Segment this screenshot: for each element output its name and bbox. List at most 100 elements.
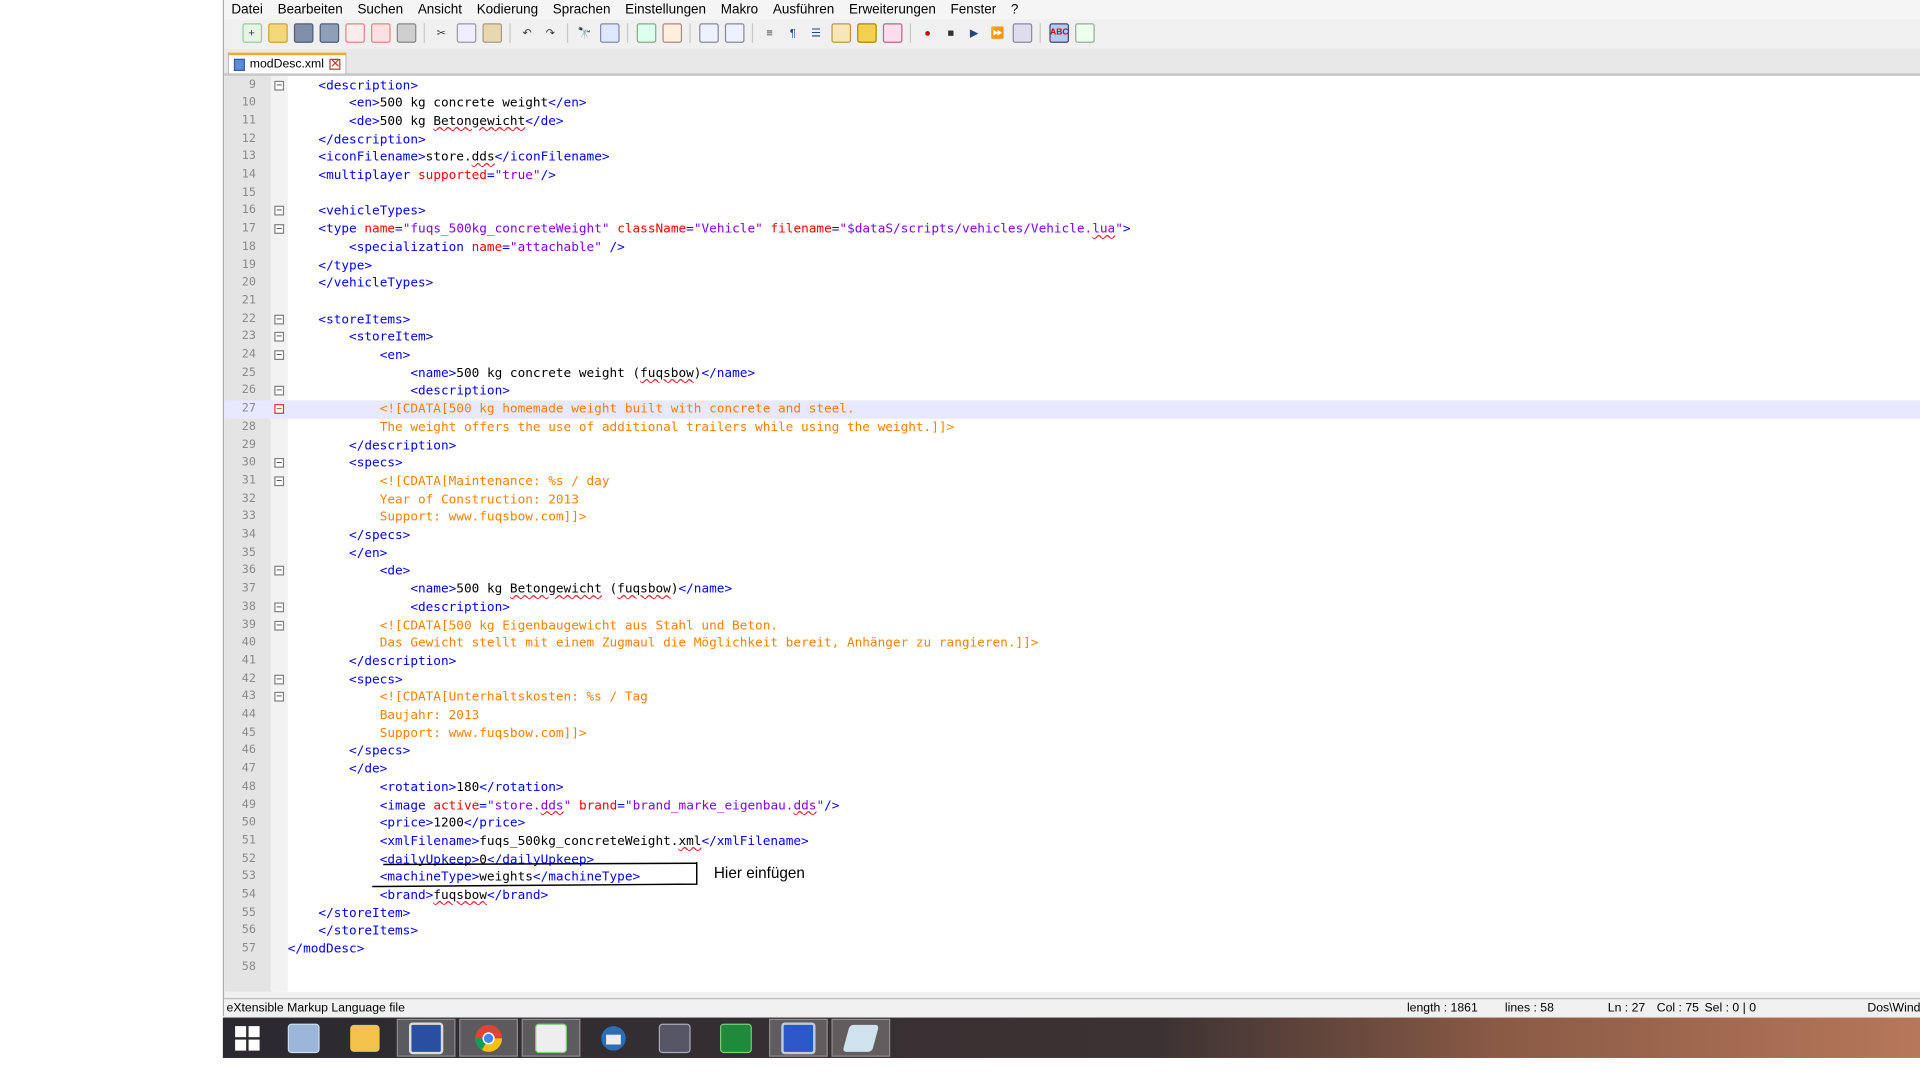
code-line[interactable]: 20 </vehicleTypes> (224, 275, 1920, 293)
code-line[interactable]: 23 − <storeItem> (224, 329, 1920, 347)
redo-icon[interactable]: ↷ (542, 24, 559, 41)
fold-toggle-icon[interactable]: − (274, 386, 285, 396)
code-line[interactable]: 47 </de> (224, 761, 1920, 779)
menu-item-makro[interactable]: Makro (713, 2, 765, 17)
code-line[interactable]: 13 <iconFilename>store.dds</iconFilename… (224, 149, 1920, 167)
sync-vertical-icon[interactable] (698, 23, 719, 43)
code-line[interactable]: 27 − <![CDATA[500 kg homemade weight buil… (224, 400, 1920, 419)
document-map-icon[interactable] (856, 23, 877, 43)
code-line[interactable]: 11 <de>500 kg Betongewicht</de> (224, 113, 1920, 131)
code-line[interactable]: 21 (224, 293, 1920, 311)
code-line[interactable]: 37 <name>500 kg Betongewicht (fuqsbow)</… (224, 581, 1920, 599)
code-line[interactable]: 49 <image active="store.dds" brand="bran… (224, 797, 1920, 815)
menu-item-help[interactable]: ? (1004, 2, 1026, 17)
code-line[interactable]: 53 <machineType>weights</machineType> (224, 869, 1920, 887)
replace-icon[interactable] (599, 23, 619, 43)
code-line[interactable]: 14 <multiplayer supported="true"/> (224, 167, 1920, 185)
code-line[interactable]: 51 <xmlFilename>fuqs_500kg_concreteWeigh… (224, 833, 1920, 851)
code-line[interactable]: 26 − <description> (224, 383, 1920, 401)
code-line[interactable]: 57 </modDesc> (224, 941, 1920, 959)
fold-toggle-icon[interactable]: − (274, 80, 285, 91)
taskbar-file-explorer[interactable] (336, 1019, 395, 1057)
code-line[interactable]: 46 </specs> (224, 743, 1920, 761)
code-line[interactable]: 36 − <de> (224, 563, 1920, 581)
code-line[interactable]: 17 − <type name="fuqs_500kg_concreteWeigh… (224, 221, 1920, 239)
fold-toggle-icon[interactable]: − (274, 620, 285, 631)
code-line[interactable]: 28 The weight offers the use of addition… (224, 419, 1920, 437)
code-line[interactable]: 50 <price>1200</price> (224, 815, 1920, 833)
code-line[interactable]: 42 − <specs> (224, 671, 1920, 689)
fold-toggle-icon[interactable]: − (274, 224, 285, 234)
code-editor[interactable]: 9 − <description> 10 <en>500 kg concrete w… (224, 74, 1920, 992)
menu-item-erweiterungen[interactable]: Erweiterungen (842, 2, 944, 17)
find-icon[interactable]: 🔭 (576, 24, 593, 41)
fold-toggle-icon[interactable]: − (274, 566, 285, 576)
taskbar-save-app[interactable] (396, 1018, 456, 1057)
fold-toggle-icon[interactable]: − (274, 206, 285, 216)
copy-icon[interactable] (456, 23, 476, 43)
zoom-in-icon[interactable] (636, 23, 656, 43)
show-all-characters-icon[interactable]: ¶ (784, 24, 801, 41)
menu-item-fenster[interactable]: Fenster (943, 2, 1003, 17)
fold-toggle-icon[interactable]: − (274, 674, 285, 684)
undo-icon[interactable]: ↶ (519, 24, 536, 41)
code-line[interactable]: 52 <dailyUpkeep>0</dailyUpkeep> (224, 851, 1920, 869)
code-line[interactable]: 45 Support: www.fuqsbow.com]]> (224, 725, 1920, 743)
function-list-icon[interactable] (882, 23, 902, 43)
save-macro-icon[interactable] (1012, 23, 1032, 43)
code-line[interactable]: 35 </en> (224, 545, 1920, 563)
menu-item-ausführen[interactable]: Ausführen (766, 2, 842, 17)
menu-item-ansicht[interactable]: Ansicht (410, 2, 469, 17)
taskbar-calculator[interactable] (274, 1019, 333, 1057)
fold-toggle-icon[interactable]: − (274, 332, 285, 342)
fold-toggle-icon[interactable]: − (274, 350, 285, 361)
fold-toggle-icon[interactable]: − (274, 602, 285, 613)
code-line[interactable]: 18 <specialization name="attachable" /> (224, 239, 1920, 257)
code-line[interactable]: 19 </type> (224, 257, 1920, 275)
code-line[interactable]: 40 Das Gewicht stellt mit einem Zugmaul … (224, 635, 1920, 653)
code-line[interactable]: 33 Support: www.fuqsbow.com]]> (224, 509, 1920, 527)
code-line[interactable]: 44 Baujahr: 2013 (224, 707, 1920, 725)
record-macro-icon[interactable]: ● (919, 24, 936, 41)
code-line[interactable]: 54 <brand>fuqsbow</brand> (224, 887, 1920, 905)
code-line[interactable]: 58 (224, 959, 1920, 977)
code-line[interactable]: 16 − <vehicleTypes> (224, 203, 1920, 221)
menu-item-suchen[interactable]: Suchen (350, 2, 410, 17)
word-wrap-icon[interactable]: ≡ (761, 24, 778, 41)
spell-check-settings-icon[interactable] (1074, 23, 1095, 43)
code-line[interactable]: 30 − <specs> (224, 455, 1920, 473)
taskbar-notes[interactable] (831, 1018, 891, 1057)
code-line[interactable]: 43 − <![CDATA[Unterhaltskosten: %s / Tag (224, 689, 1920, 707)
sync-horizontal-icon[interactable] (724, 23, 744, 43)
open-file-icon[interactable] (267, 23, 288, 43)
fold-toggle-icon[interactable]: − (274, 314, 285, 324)
code-line[interactable]: 24 − <en> (224, 347, 1920, 365)
print-icon[interactable] (396, 23, 416, 43)
cut-icon[interactable]: ✂ (433, 24, 450, 41)
code-line[interactable]: 56 </storeItems> (224, 923, 1920, 941)
menu-item-einstellungen[interactable]: Einstellungen (618, 2, 714, 17)
fold-toggle-icon[interactable]: − (274, 476, 285, 486)
start-button[interactable] (223, 1019, 272, 1057)
save-icon[interactable] (293, 23, 313, 43)
fold-toggle-icon[interactable]: − (274, 458, 285, 468)
code-line[interactable]: 15 (224, 185, 1920, 203)
code-line[interactable]: 12 </description> (224, 131, 1920, 149)
zoom-out-icon[interactable] (661, 23, 682, 43)
taskbar-simplenote[interactable] (768, 1018, 828, 1057)
fold-toggle-icon[interactable]: − (274, 404, 285, 414)
taskbar-thunderbird[interactable] (584, 1019, 643, 1057)
taskbar-notepad-plus-plus[interactable] (521, 1018, 581, 1057)
fold-toggle-icon[interactable]: − (274, 692, 285, 703)
code-line[interactable]: 55 </storeItem> (224, 905, 1920, 923)
taskbar-chrome[interactable] (459, 1018, 518, 1057)
code-line[interactable]: 22 − <storeItems> (224, 311, 1920, 329)
play-macro-icon[interactable]: ▶ (966, 24, 983, 41)
code-line[interactable]: 48 <rotation>180</rotation> (224, 779, 1920, 797)
tab-moddesc-xml[interactable]: modDesc.xml ✕ (227, 52, 347, 74)
code-line[interactable]: 32 Year of Construction: 2013 (224, 491, 1920, 509)
code-line[interactable]: 31 − <![CDATA[Maintenance: %s / day (224, 473, 1920, 491)
spell-check-icon[interactable]: ABC (1048, 23, 1069, 43)
close-tab-icon[interactable]: ✕ (328, 58, 340, 70)
stop-macro-icon[interactable]: ■ (942, 24, 959, 41)
